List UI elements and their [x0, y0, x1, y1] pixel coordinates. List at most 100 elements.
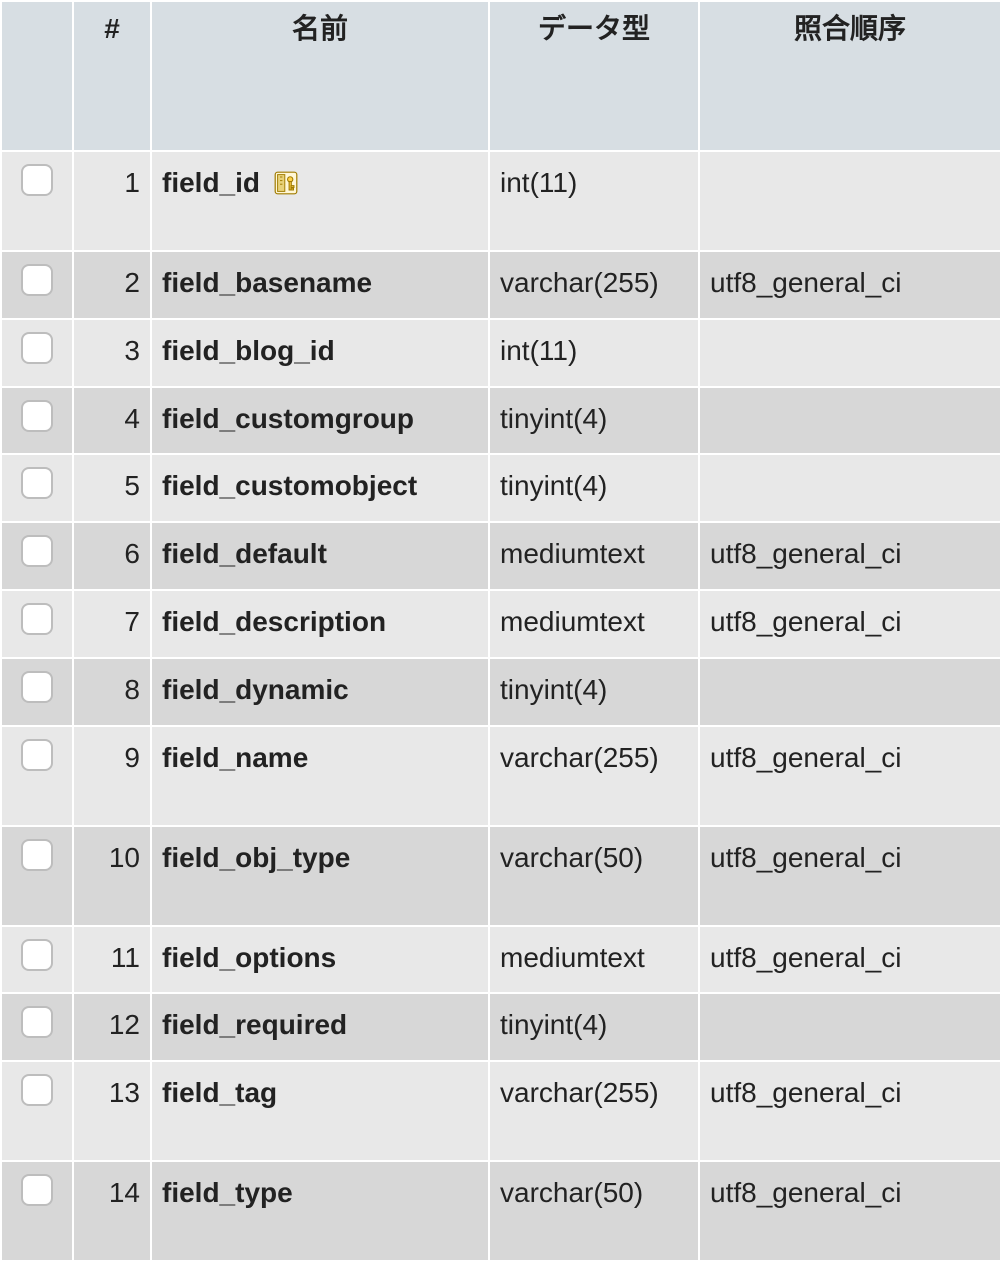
row-datatype: mediumtext: [489, 926, 699, 994]
row-name[interactable]: field_default: [151, 522, 489, 590]
row-collation: utf8_general_ci: [699, 1061, 1000, 1161]
row-checkbox[interactable]: [21, 739, 53, 771]
row-checkbox[interactable]: [21, 400, 53, 432]
row-checkbox[interactable]: [21, 839, 53, 871]
row-datatype: varchar(255): [489, 251, 699, 319]
row-collation: utf8_general_ci: [699, 251, 1000, 319]
column-name-text: field_options: [162, 942, 336, 973]
row-name[interactable]: field_tag: [151, 1061, 489, 1161]
column-name-text: field_tag: [162, 1077, 277, 1108]
table-row: 1field_id int(11): [1, 151, 1000, 251]
column-name-text: field_default: [162, 538, 327, 569]
row-checkbox-cell: [1, 726, 73, 826]
row-number: 9: [73, 726, 151, 826]
row-name[interactable]: field_blog_id: [151, 319, 489, 387]
header-datatype[interactable]: データ型: [489, 1, 699, 151]
row-name[interactable]: field_obj_type: [151, 826, 489, 926]
row-datatype: tinyint(4): [489, 454, 699, 522]
row-datatype: mediumtext: [489, 522, 699, 590]
column-name-text: field_obj_type: [162, 842, 350, 873]
column-name-text: field_name: [162, 742, 308, 773]
row-number: 4: [73, 387, 151, 455]
table-row: 5 field_customobject tinyint(4): [1, 454, 1000, 522]
row-collation: utf8_general_ci: [699, 522, 1000, 590]
row-checkbox-cell: [1, 387, 73, 455]
table-row: 10field_obj_typevarchar(50)utf8_general_…: [1, 826, 1000, 926]
table-header-row: # 名前 データ型 照合順序: [1, 1, 1000, 151]
column-name-text: field_blog_id: [162, 335, 335, 366]
row-number: 12: [73, 993, 151, 1061]
row-checkbox-cell: [1, 1161, 73, 1261]
row-number: 11: [73, 926, 151, 994]
row-name[interactable]: field_customobject: [151, 454, 489, 522]
row-collation: [699, 151, 1000, 251]
row-collation: utf8_general_ci: [699, 726, 1000, 826]
row-checkbox-cell: [1, 826, 73, 926]
column-name-text: field_description: [162, 606, 386, 637]
column-name-text: field_required: [162, 1009, 347, 1040]
row-checkbox[interactable]: [21, 1006, 53, 1038]
row-number: 7: [73, 590, 151, 658]
row-name[interactable]: field_required: [151, 993, 489, 1061]
row-collation: [699, 993, 1000, 1061]
row-name[interactable]: field_options: [151, 926, 489, 994]
row-datatype: mediumtext: [489, 590, 699, 658]
header-name[interactable]: 名前: [151, 1, 489, 151]
row-name[interactable]: field_description: [151, 590, 489, 658]
row-collation: [699, 387, 1000, 455]
table-row: 3 field_blog_id int(11): [1, 319, 1000, 387]
row-collation: utf8_general_ci: [699, 826, 1000, 926]
row-datatype: tinyint(4): [489, 658, 699, 726]
column-name-text: field_basename: [162, 267, 372, 298]
column-name-text: field_dynamic: [162, 674, 349, 705]
column-name-text: field_customobject: [162, 470, 417, 501]
row-checkbox[interactable]: [21, 671, 53, 703]
row-checkbox-cell: [1, 151, 73, 251]
row-checkbox[interactable]: [21, 603, 53, 635]
row-collation: utf8_general_ci: [699, 590, 1000, 658]
row-name[interactable]: field_customgroup: [151, 387, 489, 455]
row-datatype: int(11): [489, 151, 699, 251]
row-checkbox-cell: [1, 251, 73, 319]
column-name-text: field_id: [162, 167, 260, 198]
table-row: 6field_defaultmediumtextutf8_general_ci: [1, 522, 1000, 590]
header-number[interactable]: #: [73, 1, 151, 151]
row-datatype: varchar(255): [489, 1061, 699, 1161]
row-checkbox[interactable]: [21, 1174, 53, 1206]
row-datatype: tinyint(4): [489, 993, 699, 1061]
header-collation[interactable]: 照合順序: [699, 1, 1000, 151]
row-number: 3: [73, 319, 151, 387]
row-checkbox-cell: [1, 522, 73, 590]
row-checkbox-cell: [1, 926, 73, 994]
columns-table: # 名前 データ型 照合順序 1field_id int(11)2field_b…: [0, 0, 1000, 1262]
primary-key-icon: [274, 171, 298, 195]
row-datatype: varchar(50): [489, 826, 699, 926]
row-number: 8: [73, 658, 151, 726]
column-name-text: field_customgroup: [162, 403, 414, 434]
table-row: 14field_typevarchar(50)utf8_general_ci: [1, 1161, 1000, 1261]
row-name[interactable]: field_dynamic: [151, 658, 489, 726]
row-checkbox[interactable]: [21, 939, 53, 971]
row-name[interactable]: field_basename: [151, 251, 489, 319]
table-row: 4 field_customgroup tinyint(4): [1, 387, 1000, 455]
row-checkbox[interactable]: [21, 332, 53, 364]
row-name[interactable]: field_name: [151, 726, 489, 826]
row-checkbox[interactable]: [21, 1074, 53, 1106]
row-name[interactable]: field_id: [151, 151, 489, 251]
row-number: 5: [73, 454, 151, 522]
row-checkbox[interactable]: [21, 164, 53, 196]
row-datatype: int(11): [489, 319, 699, 387]
table-row: 12 field_required tinyint(4): [1, 993, 1000, 1061]
row-checkbox[interactable]: [21, 535, 53, 567]
row-checkbox[interactable]: [21, 264, 53, 296]
row-datatype: tinyint(4): [489, 387, 699, 455]
row-checkbox[interactable]: [21, 467, 53, 499]
table-row: 9field_namevarchar(255)utf8_general_ci: [1, 726, 1000, 826]
row-collation: [699, 454, 1000, 522]
row-datatype: varchar(50): [489, 1161, 699, 1261]
row-name[interactable]: field_type: [151, 1161, 489, 1261]
row-checkbox-cell: [1, 658, 73, 726]
table-row: 11field_optionsmediumtextutf8_general_ci: [1, 926, 1000, 994]
row-checkbox-cell: [1, 993, 73, 1061]
row-number: 13: [73, 1061, 151, 1161]
